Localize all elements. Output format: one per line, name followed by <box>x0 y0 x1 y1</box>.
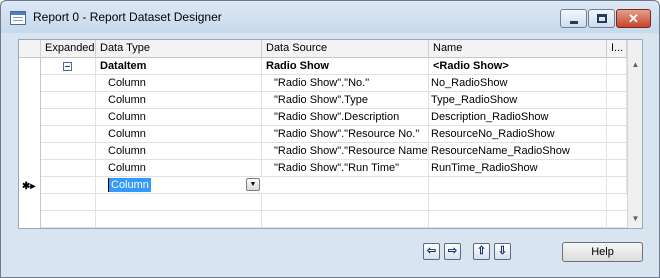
data-source-cell[interactable]: "Radio Show"."Run Time" <box>262 160 429 177</box>
row-selector-header <box>19 40 41 58</box>
row-selector[interactable] <box>19 58 41 75</box>
column-header-name[interactable]: Name <box>429 40 607 58</box>
name-cell[interactable]: ResourceNo_RadioShow <box>429 126 607 143</box>
expanded-cell[interactable] <box>41 194 96 211</box>
title-bar[interactable]: Report 0 - Report Dataset Designer ✕ <box>1 1 659 33</box>
column-header-data-type[interactable]: Data Type <box>96 40 262 58</box>
new-row[interactable]: ✱▸ Column ▼ <box>19 177 627 194</box>
i-cell[interactable] <box>607 75 627 92</box>
scroll-down-icon[interactable]: ▼ <box>628 212 643 226</box>
column-header-i[interactable]: I... <box>607 40 627 58</box>
table-row[interactable] <box>19 211 627 228</box>
close-icon: ✕ <box>628 11 639 26</box>
name-cell[interactable] <box>429 211 607 228</box>
new-row-marker-icon: ✱▸ <box>22 181 36 192</box>
row-selector[interactable] <box>19 92 41 109</box>
maximize-button[interactable] <box>588 9 615 28</box>
data-type-cell[interactable]: Column <box>96 143 262 160</box>
dataset-grid[interactable]: Expanded Data Type Data Source Name I...… <box>18 39 643 229</box>
i-cell[interactable] <box>607 126 627 143</box>
data-source-cell[interactable]: "Radio Show"."Resource Name" <box>262 143 429 160</box>
data-source-cell[interactable] <box>262 211 429 228</box>
table-row[interactable]: Column "Radio Show".Type Type_RadioShow <box>19 92 627 109</box>
column-header-expanded[interactable]: Expanded <box>41 40 96 58</box>
expanded-cell[interactable] <box>41 58 96 75</box>
row-selector[interactable] <box>19 160 41 177</box>
column-header-data-source[interactable]: Data Source <box>262 40 429 58</box>
minimize-icon <box>570 21 578 24</box>
expanded-cell[interactable] <box>41 126 96 143</box>
name-cell[interactable]: <Radio Show> <box>429 58 607 75</box>
report-dataset-designer-window: Report 0 - Report Dataset Designer ✕ Exp… <box>0 0 660 278</box>
data-type-input[interactable]: Column <box>108 178 151 192</box>
table-row[interactable] <box>19 194 627 211</box>
expanded-cell[interactable] <box>41 75 96 92</box>
close-button[interactable]: ✕ <box>616 9 651 28</box>
data-type-cell[interactable]: Column <box>96 92 262 109</box>
row-selector[interactable] <box>19 211 41 228</box>
row-selector[interactable] <box>19 126 41 143</box>
table-row[interactable]: Column "Radio Show"."Resource No." Resou… <box>19 126 627 143</box>
maximize-icon <box>597 14 607 23</box>
chevron-down-icon[interactable]: ▼ <box>246 178 260 191</box>
name-cell[interactable] <box>429 194 607 211</box>
data-type-cell[interactable] <box>96 194 262 211</box>
data-type-cell[interactable]: Column <box>96 126 262 143</box>
name-cell[interactable]: Type_RadioShow <box>429 92 607 109</box>
next-button[interactable]: ⇨ <box>444 243 461 260</box>
data-type-cell[interactable]: Column <box>96 109 262 126</box>
name-cell[interactable]: Description_RadioShow <box>429 109 607 126</box>
data-source-cell[interactable]: "Radio Show".Type <box>262 92 429 109</box>
row-selector[interactable]: ✱▸ <box>19 177 41 194</box>
data-source-cell[interactable]: "Radio Show".Description <box>262 109 429 126</box>
move-up-button[interactable]: ⇧ <box>473 243 490 260</box>
name-cell[interactable] <box>429 177 607 194</box>
i-cell[interactable] <box>607 109 627 126</box>
minimize-button[interactable] <box>560 9 587 28</box>
data-source-cell[interactable]: Radio Show <box>262 58 429 75</box>
row-selector[interactable] <box>19 143 41 160</box>
data-source-cell[interactable] <box>262 194 429 211</box>
expanded-cell[interactable] <box>41 177 96 194</box>
help-button[interactable]: Help <box>562 242 643 262</box>
data-source-cell[interactable] <box>262 177 429 194</box>
i-cell[interactable] <box>607 92 627 109</box>
table-icon <box>10 11 26 25</box>
row-selector[interactable] <box>19 75 41 92</box>
grid-header: Expanded Data Type Data Source Name I... <box>19 40 627 58</box>
move-down-button[interactable]: ⇩ <box>494 243 511 260</box>
window-title: Report 0 - Report Dataset Designer <box>33 10 222 24</box>
expanded-cell[interactable] <box>41 92 96 109</box>
expanded-cell[interactable] <box>41 143 96 160</box>
data-type-cell[interactable]: DataItem <box>96 58 262 75</box>
row-selector[interactable] <box>19 109 41 126</box>
table-row[interactable]: Column "Radio Show"."Run Time" RunTime_R… <box>19 160 627 177</box>
name-cell[interactable]: ResourceName_RadioShow <box>429 143 607 160</box>
i-cell[interactable] <box>607 160 627 177</box>
data-type-cell[interactable]: Column <box>96 75 262 92</box>
row-selector[interactable] <box>19 194 41 211</box>
scroll-up-icon[interactable]: ▲ <box>628 58 643 72</box>
data-type-cell[interactable] <box>96 211 262 228</box>
expanded-cell[interactable] <box>41 160 96 177</box>
i-cell[interactable] <box>607 177 627 194</box>
data-source-cell[interactable]: "Radio Show"."Resource No." <box>262 126 429 143</box>
data-source-cell[interactable]: "Radio Show"."No." <box>262 75 429 92</box>
name-cell[interactable]: No_RadioShow <box>429 75 607 92</box>
previous-button[interactable]: ⇦ <box>423 243 440 260</box>
expanded-cell[interactable] <box>41 211 96 228</box>
collapse-icon[interactable] <box>63 62 72 71</box>
data-type-cell[interactable]: Column <box>96 160 262 177</box>
table-row[interactable]: Column "Radio Show"."Resource Name" Reso… <box>19 143 627 160</box>
expanded-cell[interactable] <box>41 109 96 126</box>
i-cell[interactable] <box>607 143 627 160</box>
vertical-scrollbar[interactable]: ▲ ▼ <box>627 40 642 228</box>
table-row[interactable]: DataItem Radio Show <Radio Show> <box>19 58 627 75</box>
name-cell[interactable]: RunTime_RadioShow <box>429 160 607 177</box>
table-row[interactable]: Column "Radio Show".Description Descript… <box>19 109 627 126</box>
i-cell[interactable] <box>607 58 627 75</box>
table-row[interactable]: Column "Radio Show"."No." No_RadioShow <box>19 75 627 92</box>
